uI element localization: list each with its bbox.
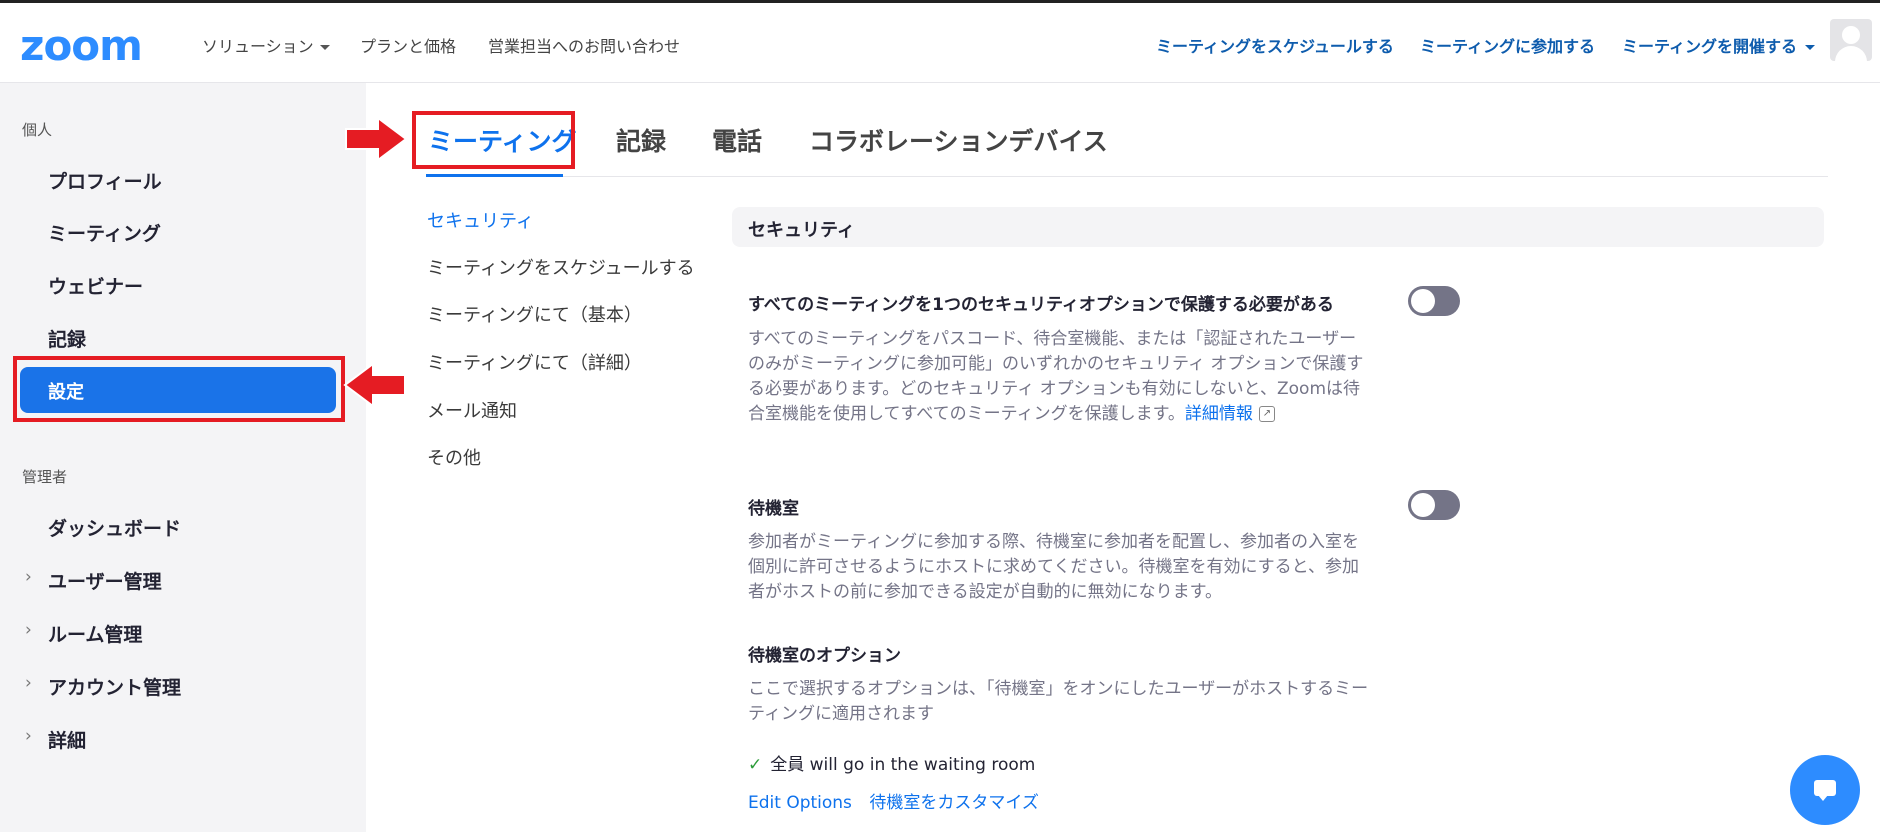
tab-collaboration-devices[interactable]: コラボレーションデバイス	[809, 122, 1108, 158]
nav-solutions[interactable]: ソリューション	[202, 33, 330, 57]
nav-solutions-label: ソリューション	[202, 37, 314, 56]
desc-line: ここで選択するオプションは、「待機室」をオンにしたユーザーがホストするミー	[748, 679, 1369, 699]
external-link-icon[interactable]: ↗	[1258, 406, 1275, 422]
toggle-waiting-room[interactable]	[1408, 490, 1460, 520]
sidebar-item-dashboard[interactable]: ダッシュボード	[48, 514, 181, 541]
learn-more-link[interactable]: 詳細情報	[1185, 404, 1253, 424]
schedule-meeting-link[interactable]: ミーティングをスケジュールする	[1156, 33, 1394, 57]
host-meeting-link[interactable]: ミーティングを開催する	[1622, 33, 1816, 57]
setting-desc-require-security: すべてのミーティングをパスコード、待合室機能、または「認証されたユーザー のみが…	[748, 327, 1398, 427]
tab-divider	[426, 176, 1828, 177]
customize-waiting-room-link[interactable]: 待機室をカスタマイズ	[869, 793, 1039, 813]
submenu-schedule-meeting[interactable]: ミーティングをスケジュールする	[427, 254, 695, 280]
waiting-room-links: Edit Options 待機室をカスタマイズ	[748, 788, 1051, 813]
tab-active-underline	[426, 174, 563, 177]
host-meeting-label: ミーティングを開催する	[1622, 37, 1798, 56]
sidebar: 個人 プロフィール ミーティング ウェビナー 記録 設定 管理者 ダッシュボード…	[0, 83, 366, 832]
submenu-security[interactable]: セキュリティ	[427, 207, 534, 233]
avatar-icon[interactable]	[1830, 19, 1872, 61]
section-header-security: セキュリティ	[732, 207, 1824, 247]
highlight-box-meetings-tab	[412, 111, 575, 169]
setting-desc-waiting-room-options: ここで選択するオプションは、「待機室」をオンにしたユーザーがホストするミー ティ…	[748, 677, 1398, 727]
tab-recordings[interactable]: 記録	[616, 122, 666, 158]
top-navbar: zoom ソリューション プランと価格 営業担当へのお問い合わせ ミーティングを…	[0, 0, 1880, 83]
desc-line: ティングに適用されます	[748, 704, 934, 724]
chevron-right-icon: ›	[25, 620, 32, 640]
waiting-room-option-text: 全員 will go in the waiting room	[770, 755, 1036, 775]
sidebar-section-admin: 管理者	[22, 468, 68, 486]
join-meeting-link[interactable]: ミーティングに参加する	[1420, 33, 1595, 57]
waiting-room-option: ✓ 全員 will go in the waiting room	[748, 750, 1035, 775]
chevron-right-icon: ›	[25, 673, 32, 693]
chat-icon[interactable]	[1790, 755, 1860, 825]
sidebar-item-room-management[interactable]: ルーム管理	[48, 620, 142, 647]
setting-title-waiting-room-options: 待機室のオプション	[748, 646, 901, 666]
desc-line: 合室機能を使用してすべてのミーティングを保護します。詳細情報 ↗	[748, 402, 1398, 427]
annotation-arrow-left-icon	[343, 362, 406, 408]
chat-bubble	[1814, 780, 1836, 796]
setting-desc-waiting-room: 参加者がミーティングに参加する際、待機室に参加者を配置し、参加者の入室を 個別に…	[748, 530, 1398, 605]
sidebar-section-personal: 個人	[22, 121, 53, 139]
nav-plans-pricing[interactable]: プランと価格	[360, 33, 456, 57]
sidebar-item-recordings[interactable]: 記録	[48, 325, 86, 352]
desc-line: のみがミーティングに参加可能」のいずれかのセキュリティ オプションで保護す	[748, 354, 1364, 374]
sidebar-item-account-management[interactable]: アカウント管理	[48, 673, 181, 700]
avatar-body	[1835, 46, 1867, 61]
submenu-in-meeting-advanced[interactable]: ミーティングにて（詳細）	[427, 349, 642, 375]
sidebar-item-user-management[interactable]: ユーザー管理	[48, 567, 162, 594]
tab-phone[interactable]: 電話	[712, 122, 762, 158]
desc-line: 参加者がミーティングに参加する際、待機室に参加者を配置し、参加者の入室を	[748, 532, 1359, 552]
desc-line: 個別に許可させるようにホストに求めてください。待機室を有効にすると、参加	[748, 557, 1359, 577]
submenu-other[interactable]: その他	[427, 444, 481, 470]
toggle-knob	[1411, 493, 1435, 517]
edit-options-link[interactable]: Edit Options	[748, 793, 852, 813]
setting-title-waiting-room: 待機室	[748, 499, 799, 519]
desc-line: る必要があります。どのセキュリティ オプションも有効にしないと、Zoomは待	[748, 379, 1361, 399]
setting-title-require-security: すべてのミーティングを1つのセキュリティオプションで保護する必要がある	[748, 295, 1334, 315]
zoom-logo[interactable]: zoom	[20, 21, 143, 70]
chevron-right-icon: ›	[25, 567, 32, 587]
toggle-require-security[interactable]	[1408, 286, 1460, 316]
chat-bubble-tail	[1818, 795, 1828, 801]
desc-line: 者がホストの前に参加できる設定が自動的に無効になります。	[748, 582, 1222, 602]
desc-line: すべてのミーティングをパスコード、待合室機能、または「認証されたユーザー	[748, 329, 1357, 349]
chevron-down-icon	[1805, 45, 1816, 50]
chevron-down-icon	[319, 45, 330, 50]
avatar-head	[1842, 26, 1860, 44]
sidebar-item-meetings[interactable]: ミーティング	[48, 219, 161, 246]
sidebar-item-profile[interactable]: プロフィール	[48, 167, 162, 194]
section-title: セキュリティ	[748, 220, 855, 241]
nav-contact-sales[interactable]: 営業担当へのお問い合わせ	[488, 33, 680, 57]
submenu-email-notification[interactable]: メール通知	[427, 397, 517, 423]
submenu-in-meeting-basic[interactable]: ミーティングにて（基本）	[427, 301, 642, 327]
annotation-arrow-right-icon	[345, 116, 408, 162]
sidebar-item-webinars[interactable]: ウェビナー	[48, 272, 143, 299]
desc-line-text: 合室機能を使用してすべてのミーティングを保護します。	[748, 404, 1185, 424]
highlight-box-settings	[13, 356, 345, 422]
checkmark-icon: ✓	[748, 755, 763, 775]
sidebar-item-advanced[interactable]: 詳細	[48, 726, 86, 753]
toggle-knob	[1411, 289, 1435, 313]
chevron-right-icon: ›	[25, 726, 32, 746]
